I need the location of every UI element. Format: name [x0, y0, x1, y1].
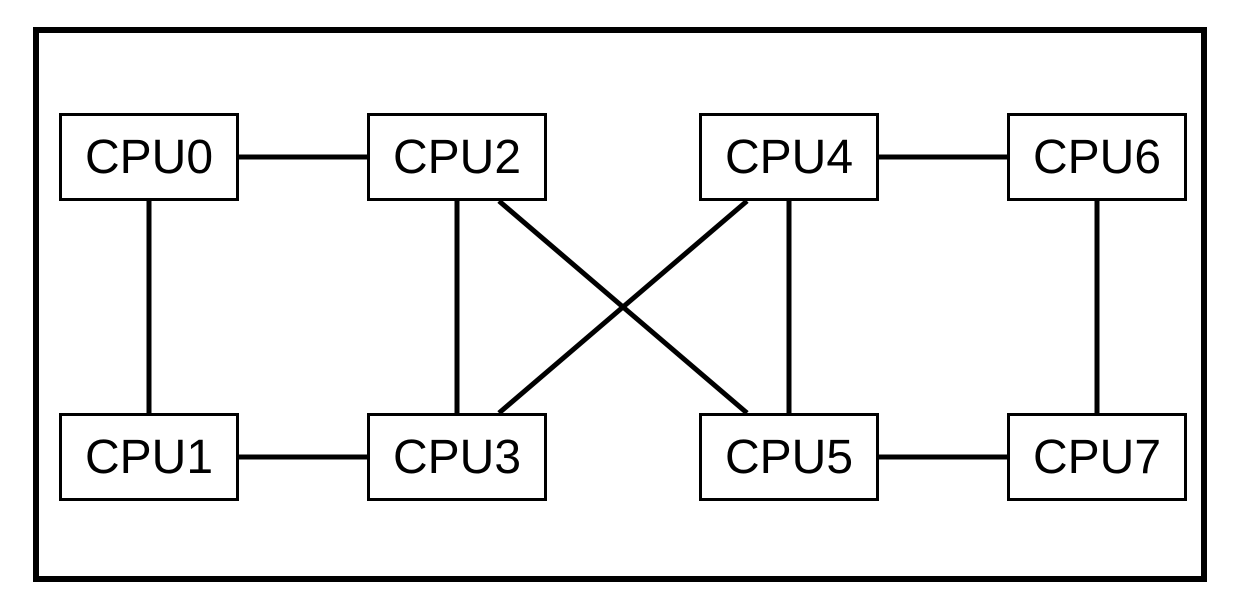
diagram-frame: CPU0 CPU2 CPU4 CPU6 CPU1 CPU3 CPU5 CPU7	[33, 27, 1207, 582]
node-cpu1: CPU1	[59, 413, 239, 501]
node-cpu3-label: CPU3	[393, 430, 521, 485]
node-cpu1-label: CPU1	[85, 430, 213, 485]
node-cpu5-label: CPU5	[725, 430, 853, 485]
node-cpu4-label: CPU4	[725, 130, 853, 185]
node-cpu2-label: CPU2	[393, 130, 521, 185]
node-cpu2: CPU2	[367, 113, 547, 201]
node-cpu5: CPU5	[699, 413, 879, 501]
node-cpu3: CPU3	[367, 413, 547, 501]
node-cpu0: CPU0	[59, 113, 239, 201]
node-cpu7-label: CPU7	[1033, 430, 1161, 485]
node-cpu6: CPU6	[1007, 113, 1187, 201]
node-cpu4: CPU4	[699, 113, 879, 201]
node-cpu7: CPU7	[1007, 413, 1187, 501]
node-cpu0-label: CPU0	[85, 130, 213, 185]
node-cpu6-label: CPU6	[1033, 130, 1161, 185]
